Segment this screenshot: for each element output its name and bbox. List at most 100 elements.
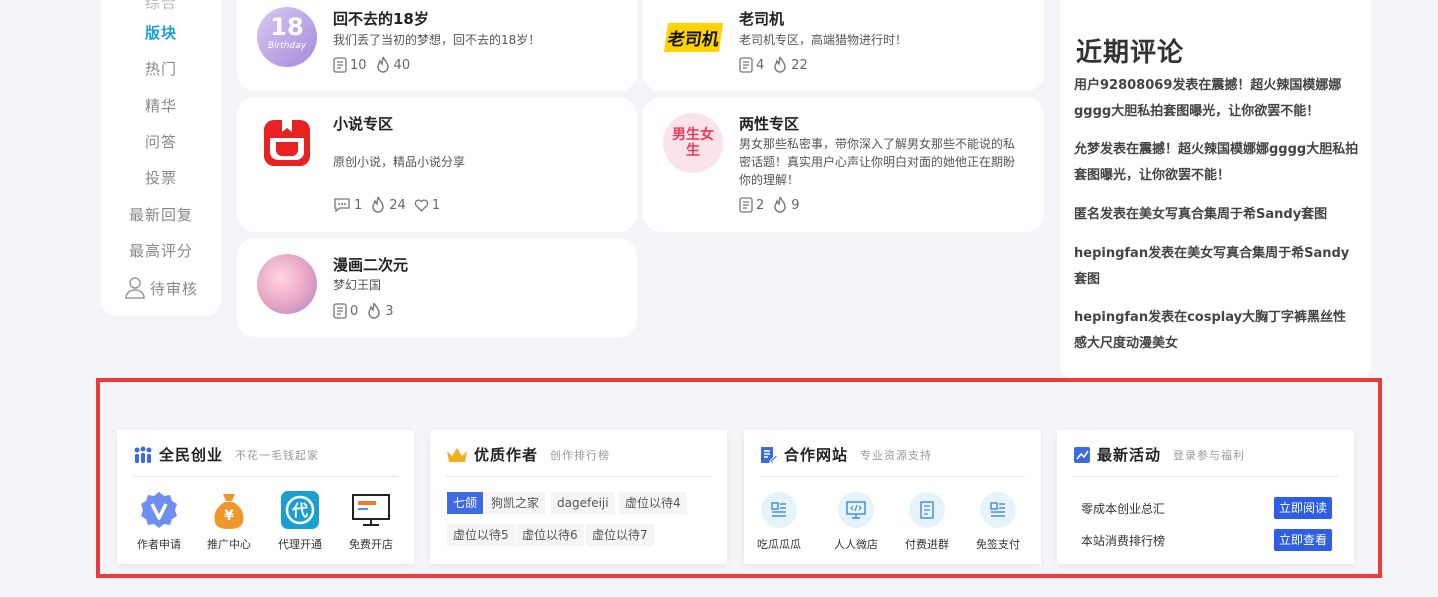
fire-icon — [376, 56, 389, 73]
forum-stats: 1 24 1 — [333, 196, 440, 214]
author-tag[interactable]: 虚位以待7 — [586, 524, 654, 546]
forum-stats: 0 3 — [333, 302, 394, 320]
comment-item[interactable]: 匿名发表在美女写真合集周于希Sandy套图 — [1074, 202, 1359, 228]
tile-partner-2[interactable]: 人人微店 — [821, 490, 891, 552]
forum-title[interactable]: 漫画二次元 — [333, 254, 408, 275]
event-item-text[interactable]: 零成本创业总汇 — [1081, 500, 1165, 517]
forum-title[interactable]: 两性专区 — [739, 113, 799, 134]
comment-item[interactable]: hepingfan发表在美女写真合集周于希Sandy套图 — [1074, 241, 1359, 293]
comment-item[interactable]: 用户92808069发表在震撼！超火辣国模娜娜gggg大胆私拍套图曝光，让你欲罢… — [1074, 73, 1359, 125]
forum-title[interactable]: 回不去的18岁 — [333, 8, 429, 29]
recent-comments-panel: 近期评论 用户92808069发表在震撼！超火辣国模娜娜gggg大胆私拍套图曝光… — [1060, 0, 1371, 380]
nav-item-vote[interactable]: 投票 — [101, 167, 221, 188]
svg-text:¥: ¥ — [224, 508, 234, 524]
promo-subtitle: 创作排行榜 — [550, 448, 611, 462]
verified-badge-icon — [141, 492, 177, 528]
forum-title[interactable]: 小说专区 — [333, 113, 393, 134]
nav-item-top-rated[interactable]: 最高评分 — [101, 240, 221, 261]
promo-title: 最新活动 — [1097, 446, 1162, 464]
user-icon — [125, 277, 145, 299]
promo-title: 合作网站 — [784, 446, 849, 464]
layout-icon — [771, 502, 786, 517]
fire-icon — [774, 196, 786, 213]
fire-icon — [372, 196, 384, 213]
author-tag[interactable]: 虚位以待5 — [447, 524, 515, 546]
forum-avatar — [257, 254, 317, 314]
promo-title: 优质作者 — [474, 446, 539, 464]
author-tag[interactable]: 狗凯之家 — [485, 492, 546, 514]
view-now-button[interactable]: 立即查看 — [1274, 529, 1332, 551]
tile-partner-4[interactable]: 免签支付 — [963, 490, 1033, 552]
promo-subtitle: 不花一毛钱起家 — [235, 448, 320, 462]
left-nav: 综合 版块 热门 精华 问答 投票 最新回复 最高评分 待审核 — [101, 0, 221, 316]
nav-item-essence[interactable]: 精华 — [101, 95, 221, 116]
forum-desc: 我们丢了当初的梦想，回不去的18岁！ — [333, 33, 541, 47]
promo-card-partners: 合作网站 专业资源支持 吃瓜瓜瓜 人人微店 付费进群 免签支付 — [744, 430, 1041, 564]
divider — [1073, 476, 1338, 477]
read-now-button[interactable]: 立即阅读 — [1274, 497, 1332, 519]
fire-icon — [774, 56, 786, 73]
tile-free-store[interactable]: 免费开店 — [336, 490, 406, 552]
tile-agent-open[interactable]: 代 代理开通 — [265, 490, 335, 552]
event-item-text[interactable]: 本站消费排行榜 — [1081, 532, 1165, 549]
author-tag[interactable]: 虚位以待4 — [619, 492, 687, 514]
nav-item-hot[interactable]: 热门 — [101, 58, 221, 79]
monitor-icon — [352, 494, 390, 526]
agent-icon: 代 — [281, 491, 319, 529]
promo-card-authors: 优质作者 创作排行榜 七颌 狗凯之家 dagefeiji 虚位以待4 虚位以待5… — [430, 430, 727, 564]
forum-avatar: 18 Birthday — [257, 7, 317, 67]
document-icon — [739, 57, 753, 73]
trend-icon — [1074, 446, 1090, 463]
forum-card[interactable]: 男生女生 两性专区 男女那些私密事，带你深入了解男女那些不能说的私密话题！真实用… — [643, 97, 1044, 232]
forum-avatar: 男生女生 — [663, 113, 723, 173]
promo-title: 全民创业 — [159, 446, 224, 464]
forum-card[interactable]: 小说专区 原创小说，精品小说分享 1 24 1 — [237, 97, 637, 232]
nav-item-sections[interactable]: 版块 — [101, 22, 221, 43]
heart-icon — [414, 199, 429, 212]
comment-item[interactable]: hepingfan发表在cosplay大胸丁字裤黑丝性感大尺度动漫美女 — [1074, 305, 1359, 357]
comments-title: 近期评论 — [1076, 38, 1185, 68]
forum-desc: 梦幻王国 — [333, 278, 382, 292]
forum-card[interactable]: 18 Birthday 回不去的18岁 我们丢了当初的梦想，回不去的18岁！ 1… — [237, 0, 637, 91]
forum-card[interactable]: 漫画二次元 梦幻王国 0 3 — [237, 238, 637, 337]
edit-doc-icon — [761, 446, 778, 463]
tile-author-apply[interactable]: 作者申请 — [124, 490, 194, 552]
author-tag[interactable]: 七颌 — [447, 492, 484, 514]
forum-card[interactable]: 老司机 老司机 老司机专区，高端猎物进行时！ 4 22 — [643, 0, 1044, 91]
promo-subtitle: 登录参与福利 — [1173, 448, 1246, 462]
document-icon — [333, 303, 347, 319]
forum-avatar — [257, 113, 317, 173]
tile-partner-1[interactable]: 吃瓜瓜瓜 — [744, 490, 814, 552]
fire-icon — [368, 302, 380, 319]
forum-desc: 原创小说，精品小说分享 — [333, 155, 466, 169]
document-icon — [920, 501, 934, 519]
promo-card-events: 最新活动 登录参与福利 零成本创业总汇 立即阅读 本站消费排行榜 立即查看 — [1057, 430, 1354, 564]
svg-text:代: 代 — [291, 501, 308, 520]
nav-item-pending-label: 待审核 — [149, 279, 198, 298]
comment-item[interactable]: 允梦发表在震撼！超火辣国模娜娜gggg大胆私拍套图曝光，让你欲罢不能！ — [1074, 137, 1359, 189]
nav-item-latest-reply[interactable]: 最新回复 — [101, 204, 221, 225]
author-tag[interactable]: 虚位以待6 — [516, 524, 584, 546]
forum-stats: 4 22 — [739, 56, 808, 74]
nav-item-pending[interactable]: 待审核 — [101, 276, 221, 300]
document-icon — [333, 57, 347, 73]
forum-desc: 老司机专区，高端猎物进行时！ — [739, 33, 908, 47]
author-tag[interactable]: dagefeiji — [551, 492, 615, 514]
team-icon — [134, 446, 152, 463]
tile-promo-center[interactable]: ¥ 推广中心 — [194, 490, 264, 552]
layout-icon — [990, 502, 1005, 517]
crown-icon — [447, 447, 467, 462]
comment-icon — [334, 198, 350, 213]
tile-partner-3[interactable]: 付费进群 — [892, 490, 962, 552]
forum-title[interactable]: 老司机 — [739, 8, 784, 29]
promo-subtitle: 专业资源支持 — [860, 448, 933, 462]
document-icon — [739, 197, 753, 213]
nav-item-partial[interactable]: 综合 — [101, 0, 221, 13]
divider — [133, 476, 398, 477]
forum-stats: 2 9 — [739, 196, 800, 214]
forum-stats: 10 40 — [333, 56, 410, 74]
nav-item-qa[interactable]: 问答 — [101, 131, 221, 152]
divider — [760, 476, 1025, 477]
forum-desc: 男女那些私密事，带你深入了解男女那些不能说的私密话题！真实用户心声让你明白对面的… — [739, 137, 1016, 187]
code-monitor-icon — [846, 501, 866, 519]
